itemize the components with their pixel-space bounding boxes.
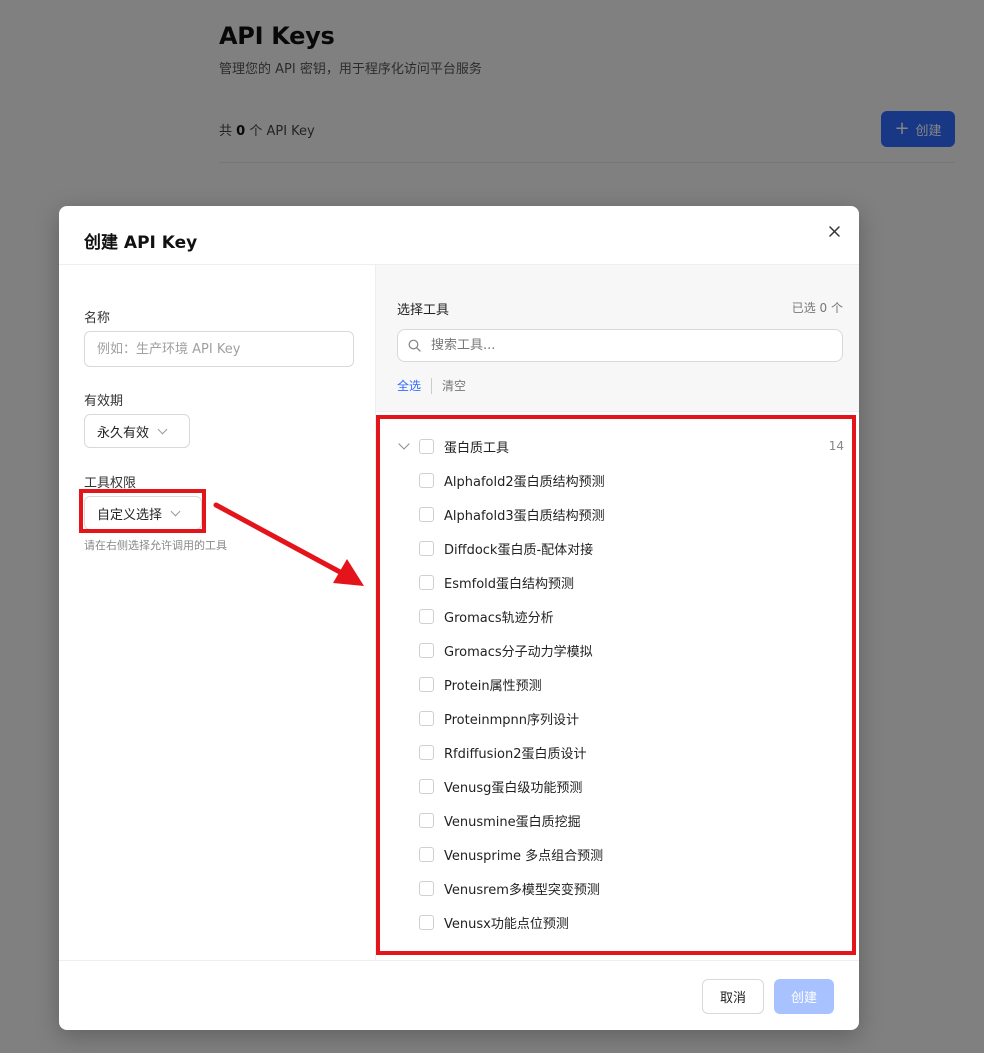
tool-checkbox[interactable] — [419, 710, 434, 726]
clear-link[interactable]: 清空 — [442, 377, 466, 394]
modal-title: 创建 API Key — [84, 233, 198, 253]
tools-title: 选择工具 — [397, 303, 450, 318]
permission-hint: 请在右侧选择允许调用的工具 — [84, 539, 227, 552]
tool-row[interactable]: Esmfold蛋白结构预测 — [376, 565, 859, 599]
tool-checkbox[interactable] — [419, 676, 434, 692]
annotation-highlight-box — [79, 489, 206, 533]
tool-group-row[interactable]: 蛋白质工具 14 — [376, 429, 859, 463]
form-pane: 名称 有效期 永久有效 工具权限 自定义选择 请在右侧选择允许调用的工具 — [59, 265, 375, 960]
tool-row[interactable]: Venusprime 多点组合预测 — [376, 837, 859, 871]
tool-checkbox[interactable] — [419, 880, 434, 896]
tool-label: Diffdock蛋白质-配体对接 — [444, 542, 594, 558]
tool-checkbox[interactable] — [419, 642, 434, 658]
tool-label: Gromacs分子动力学模拟 — [444, 644, 593, 660]
close-icon[interactable] — [825, 222, 843, 240]
search-icon — [408, 339, 421, 352]
bulk-actions: 全选 清空 — [397, 377, 466, 394]
tool-label: Alphafold3蛋白质结构预测 — [444, 508, 605, 524]
tool-label: Venusg蛋白级功能预测 — [444, 780, 583, 796]
tool-checkbox[interactable] — [419, 506, 434, 522]
tool-row[interactable]: Diffdock蛋白质-配体对接 — [376, 531, 859, 565]
tool-row[interactable]: Venusg蛋白级功能预测 — [376, 769, 859, 803]
tool-checkbox[interactable] — [419, 472, 434, 488]
tool-label: Venusx功能点位预测 — [444, 916, 569, 932]
tool-label: Venusmine蛋白质挖掘 — [444, 814, 581, 830]
create-button[interactable]: 创建 — [774, 979, 834, 1014]
chevron-down-icon[interactable] — [398, 438, 410, 450]
group-count: 14 — [828, 439, 844, 453]
name-label: 名称 — [84, 311, 111, 326]
tool-checkbox[interactable] — [419, 574, 434, 590]
select-all-link[interactable]: 全选 — [397, 377, 421, 394]
tool-label: Proteinmpnn序列设计 — [444, 712, 579, 728]
tool-checkbox[interactable] — [419, 540, 434, 556]
tool-row[interactable]: Venusmine蛋白质挖掘 — [376, 803, 859, 837]
tool-label: Protein属性预测 — [444, 678, 542, 694]
separator — [431, 377, 433, 394]
tool-label: Alphafold2蛋白质结构预测 — [444, 474, 605, 490]
tool-search-box[interactable] — [397, 329, 843, 362]
tool-checkbox[interactable] — [419, 812, 434, 828]
tool-checkbox[interactable] — [419, 846, 434, 862]
name-input[interactable] — [84, 331, 354, 367]
tool-label: Venusprime 多点组合预测 — [444, 848, 604, 864]
tool-row[interactable]: Gromacs分子动力学模拟 — [376, 633, 859, 667]
tool-row[interactable]: Venusx功能点位预测 — [376, 905, 859, 939]
modal-footer: 取消 创建 — [59, 960, 859, 1030]
tool-checkbox[interactable] — [419, 778, 434, 794]
tool-row[interactable]: Protein属性预测 — [376, 667, 859, 701]
tool-row[interactable]: Alphafold2蛋白质结构预测 — [376, 463, 859, 497]
tool-label: Rfdiffusion2蛋白质设计 — [444, 746, 587, 762]
create-api-key-dialog: 创建 API Key 名称 有效期 永久有效 工具权限 自定义选择 请在右侧选择… — [59, 206, 859, 1030]
group-checkbox[interactable] — [419, 438, 434, 454]
group-name: 蛋白质工具 — [444, 440, 510, 456]
tool-label: Gromacs轨迹分析 — [444, 610, 554, 626]
expiry-select[interactable]: 永久有效 — [84, 414, 190, 448]
tool-row[interactable]: Rfdiffusion2蛋白质设计 — [376, 735, 859, 769]
expiry-value: 永久有效 — [97, 425, 150, 441]
tool-list: 蛋白质工具 14 Alphafold2蛋白质结构预测 Alphafold3蛋白质结… — [376, 411, 859, 961]
tool-row[interactable]: Venusrem多模型突变预测 — [376, 871, 859, 905]
expiry-label: 有效期 — [84, 394, 124, 409]
tool-row[interactable]: Gromacs轨迹分析 — [376, 599, 859, 633]
chevron-down-icon — [157, 424, 168, 434]
modal-header: 创建 API Key — [59, 206, 859, 265]
tool-selection-pane: 选择工具 已选 0 个 全选 清空 蛋白质工具 14 Alphafold2蛋白质… — [375, 265, 859, 961]
tool-label: Venusrem多模型突变预测 — [444, 882, 600, 898]
tool-checkbox[interactable] — [419, 608, 434, 624]
tool-checkbox[interactable] — [419, 914, 434, 930]
cancel-button[interactable]: 取消 — [702, 979, 764, 1014]
tool-row[interactable]: Proteinmpnn序列设计 — [376, 701, 859, 735]
tool-row[interactable]: Alphafold3蛋白质结构预测 — [376, 497, 859, 531]
tool-label: Esmfold蛋白结构预测 — [444, 576, 575, 592]
tool-search-input[interactable] — [428, 337, 832, 354]
selected-count: 已选 0 个 — [791, 301, 843, 315]
tool-checkbox[interactable] — [419, 744, 434, 760]
